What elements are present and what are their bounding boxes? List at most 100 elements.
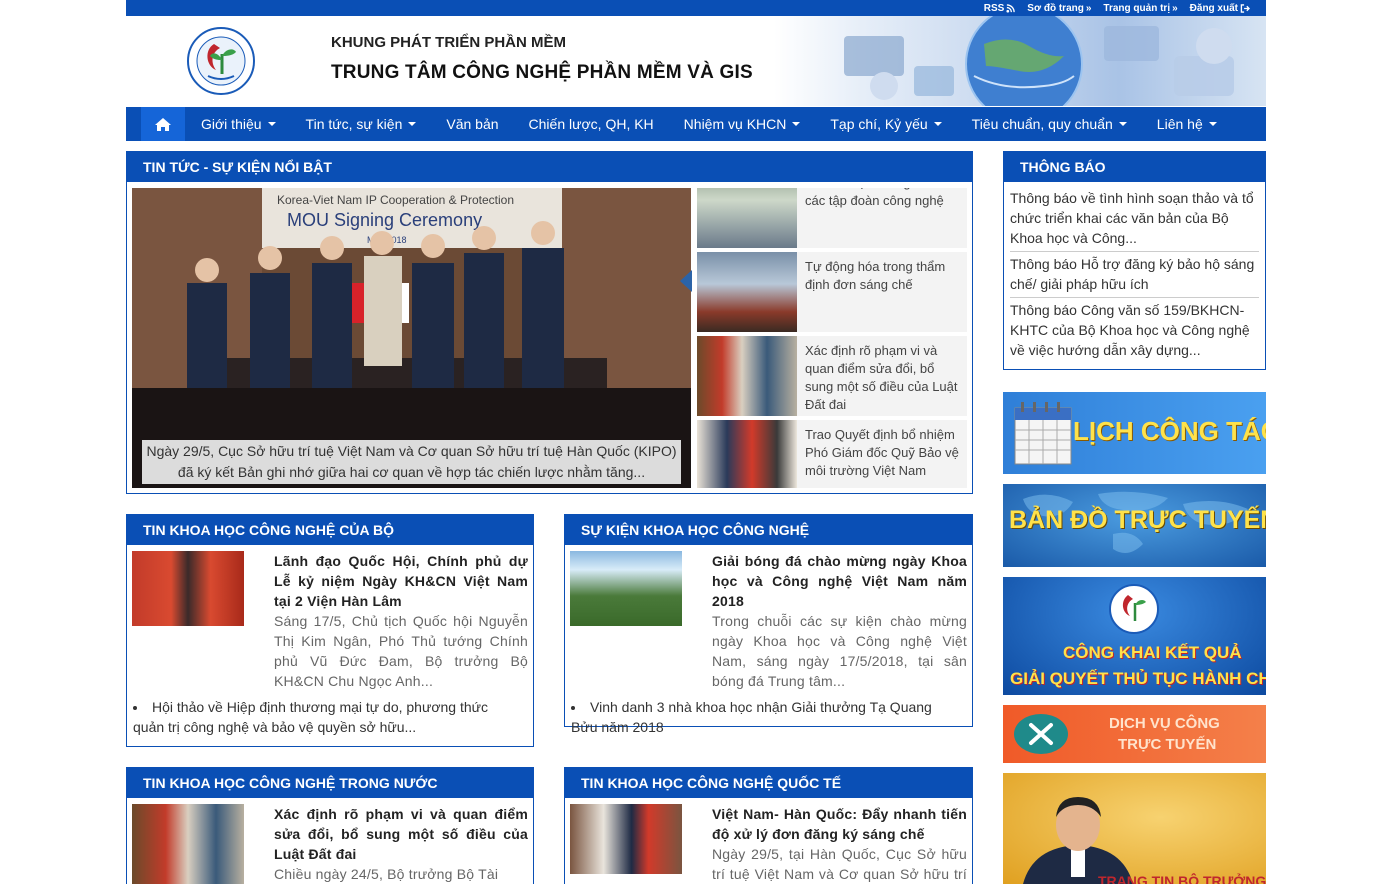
- notice-item[interactable]: Thông báo Hỗ trợ đăng ký bảo hộ sáng chế…: [1010, 252, 1259, 298]
- nav-label: Văn bản: [446, 116, 499, 132]
- caret-down-icon: [1208, 122, 1217, 126]
- news-thumbnail[interactable]: [570, 551, 682, 626]
- double-chevron-icon: »: [1172, 2, 1178, 14]
- notice-title: THÔNG BÁO: [1004, 152, 1265, 182]
- side-news-item[interactable]: tư: Cần sự tham gia của các tập đoàn côn…: [697, 188, 967, 248]
- notice-list: Thông báo về tình hình soạn thảo và tổ c…: [1004, 182, 1265, 363]
- header-title: TRUNG TÂM CÔNG NGHỆ PHẦN MỀM VÀ GIS: [331, 62, 753, 83]
- rss-link[interactable]: RSS: [984, 3, 1016, 14]
- lead-news-title[interactable]: Giải bóng đá chào mừng ngày Khoa học và …: [712, 551, 967, 611]
- side-news-item[interactable]: Xác định rõ phạm vi và quan điểm sửa đổi…: [697, 336, 967, 416]
- admin-label: Trang quản trị: [1103, 2, 1171, 14]
- home-button[interactable]: [141, 107, 185, 141]
- nav-item-tieu-chuan[interactable]: Tiêu chuẩn, quy chuẩn: [972, 116, 1127, 132]
- nav-item-van-ban[interactable]: Văn bản: [446, 116, 498, 132]
- caret-down-icon: [1118, 122, 1127, 126]
- more-news-list: Hội thảo về Hiệp định thương mại tự do, …: [127, 691, 533, 737]
- active-pointer-icon: [680, 270, 692, 292]
- home-icon: [155, 117, 171, 131]
- featured-caption[interactable]: Ngày 29/5, Cục Sở hữu trí tuệ Việt Nam v…: [142, 440, 681, 484]
- featured-news-title: TIN TỨC - SỰ KIỆN NỔI BẬT: [127, 152, 972, 182]
- header-subtitle: KHUNG PHÁT TRIỂN PHẦN MỀM: [331, 34, 566, 51]
- news-box-trong-nuoc: TIN KHOA HỌC CÔNG NGHỆ TRONG NƯỚC Xác đị…: [126, 767, 534, 884]
- featured-image[interactable]: Korea-Viet Nam IP Cooperation & Protecti…: [132, 188, 691, 488]
- caret-down-icon: [408, 122, 417, 126]
- news-thumbnail[interactable]: [132, 804, 244, 884]
- nav-item-nhiem-vu[interactable]: Nhiệm vụ KHCN: [684, 116, 801, 132]
- ministry-logo[interactable]: [186, 26, 256, 96]
- banner-trang-tin-text: TRANG TIN BỘ TRƯỞNG: [1098, 873, 1266, 884]
- nav-item-chien-luoc[interactable]: Chiến lược, QH, KH: [529, 116, 654, 132]
- more-news-item[interactable]: Hội thảo về Hiệp định thương mại tự do, …: [133, 697, 523, 737]
- banner-cong-khai-line2: GIẢI QUYẾT THỦ TỤC HÀNH CHÍNH: [1010, 669, 1266, 688]
- side-news-title: Trao Quyết định bổ nhiệm Phó Giám đốc Qu…: [805, 427, 959, 478]
- banner-dich-vu-line2: TRỰC TUYẾN: [1118, 736, 1217, 753]
- news-box-trong-nuoc-title: TIN KHOA HỌC CÔNG NGHỆ TRONG NƯỚC: [127, 768, 533, 798]
- more-news-list: Vinh danh 3 nhà khoa học nhận Giải thưởn…: [565, 691, 972, 737]
- featured-side-list: tư: Cần sự tham gia của các tập đoàn côn…: [695, 188, 967, 488]
- banner-trang-tin-bo-truong[interactable]: TRANG TIN BỘ TRƯỞNG: [1003, 773, 1266, 884]
- lead-news-title[interactable]: Lãnh đạo Quốc Hội, Chính phủ dự Lễ kỷ ni…: [274, 551, 528, 611]
- site-header: KHUNG PHÁT TRIỂN PHẦN MỀM TRUNG TÂM CÔNG…: [126, 16, 1266, 106]
- nav-label: Giới thiệu: [201, 116, 262, 132]
- banner-dich-vu-line1: DỊCH VỤ CÔNG: [1109, 715, 1220, 732]
- banner-ban-do[interactable]: BẢN ĐỒ TRỰC TUYẾN: [1003, 484, 1266, 567]
- logout-icon: [1240, 3, 1250, 13]
- nav-item-lien-he[interactable]: Liên hệ: [1157, 116, 1217, 132]
- nav-item-tin-tuc[interactable]: Tin tức, sự kiện: [306, 116, 417, 132]
- side-news-item[interactable]: Tự động hóa trong thẩm định đơn sáng chế: [697, 252, 967, 332]
- lead-news: Việt Nam- Hàn Quốc: Đẩy nhanh tiến độ xử…: [565, 798, 972, 884]
- top-bar: RSS Sơ đồ trang » Trang quản trị » Đăng …: [126, 0, 1266, 16]
- news-thumbnail[interactable]: [570, 804, 682, 874]
- lead-news-title[interactable]: Việt Nam- Hàn Quốc: Đẩy nhanh tiến độ xử…: [712, 804, 967, 844]
- ministry-logo-icon: [1109, 584, 1159, 634]
- page: RSS Sơ đồ trang » Trang quản trị » Đăng …: [126, 0, 1266, 141]
- caret-down-icon: [933, 122, 942, 126]
- lead-news-title[interactable]: Xác định rõ phạm vi và quan điểm sửa đổi…: [274, 804, 528, 864]
- lead-news: Giải bóng đá chào mừng ngày Khoa học và …: [565, 545, 972, 691]
- lead-news-desc: Chiều ngày 24/5, Bộ trưởng Bộ Tài: [274, 866, 499, 882]
- banner-dich-vu-cong[interactable]: DỊCH VỤ CÔNG TRỰC TUYẾN: [1003, 705, 1266, 763]
- sitemap-label: Sơ đồ trang: [1027, 2, 1084, 14]
- minister-portrait: [1023, 797, 1133, 884]
- rss-label: RSS: [983, 2, 1005, 14]
- news-thumbnail: [697, 336, 797, 416]
- rss-icon: [1006, 3, 1016, 13]
- news-box-quoc-te-title: TIN KHOA HỌC CÔNG NGHỆ QUỐC TẾ: [565, 768, 972, 798]
- calendar-icon: [1014, 402, 1072, 465]
- banner-cong-khai-line1: CÔNG KHAI KẾT QUẢ: [1063, 643, 1242, 662]
- caret-down-icon: [792, 122, 801, 126]
- news-box-su-kien: SỰ KIỆN KHOA HỌC CÔNG NGHỆ Giải bóng đá …: [564, 514, 973, 735]
- featured-banner-text: Korea-Viet Nam IP Cooperation & Protecti…: [277, 193, 514, 207]
- lead-news-desc: Ngày 29/5, tại Hàn Quốc, Cục Sở hữu trí …: [712, 846, 967, 882]
- news-thumbnail: [697, 420, 797, 488]
- nav-label: Nhiệm vụ KHCN: [683, 116, 787, 132]
- banner-lich-cong-tac[interactable]: LỊCH CÔNG TÁC: [1003, 392, 1266, 474]
- logout-link[interactable]: Đăng xuất: [1190, 3, 1250, 14]
- caret-down-icon: [267, 122, 276, 126]
- nav-item-gioi-thieu[interactable]: Giới thiệu: [201, 116, 276, 132]
- lead-news-desc: Sáng 17/5, Chủ tịch Quốc hội Nguyễn Thị …: [274, 613, 528, 689]
- notice-item[interactable]: Thông báo về tình hình soạn thảo và tổ c…: [1010, 186, 1259, 252]
- notice-box: THÔNG BÁO Thông báo về tình hình soạn th…: [1003, 151, 1266, 370]
- more-news-item[interactable]: Vinh danh 3 nhà khoa học nhận Giải thưởn…: [571, 697, 962, 737]
- nav-label: Tin tức, sự kiện: [305, 116, 403, 132]
- banner-ban-do-text: BẢN ĐỒ TRỰC TUYẾN: [1009, 506, 1266, 534]
- side-news-title: Tự động hóa trong thẩm định đơn sáng chế: [805, 259, 946, 292]
- news-thumbnail: [697, 252, 797, 332]
- double-chevron-icon: »: [1085, 2, 1092, 14]
- lead-news-desc: Trong chuỗi các sự kiện chào mừng ngày K…: [712, 613, 967, 689]
- admin-link[interactable]: Trang quản trị »: [1103, 3, 1177, 14]
- side-news-item[interactable]: Trao Quyết định bổ nhiệm Phó Giám đốc Qu…: [697, 420, 967, 488]
- news-thumbnail: [697, 188, 797, 248]
- nav-item-tap-chi[interactable]: Tạp chí, Kỷ yếu: [830, 116, 942, 132]
- news-box-su-kien-title: SỰ KIỆN KHOA HỌC CÔNG NGHỆ: [565, 515, 972, 545]
- side-news-title: Xác định rõ phạm vi và quan điểm sửa đổi…: [805, 343, 958, 412]
- news-box-quoc-te: TIN KHOA HỌC CÔNG NGHỆ QUỐC TẾ Việt Nam-…: [564, 767, 973, 884]
- sitemap-link[interactable]: Sơ đồ trang »: [1027, 3, 1091, 14]
- main-nav: Giới thiệu Tin tức, sự kiện Văn bản Chiế…: [126, 107, 1266, 141]
- notice-item[interactable]: Thông báo Công văn số 159/BKHCN-KHTC của…: [1010, 298, 1259, 363]
- news-thumbnail[interactable]: [132, 551, 244, 626]
- banner-lich-text: LỊCH CÔNG TÁC: [1073, 416, 1266, 446]
- banner-cong-khai[interactable]: CÔNG KHAI KẾT QUẢ GIẢI QUYẾT THỦ TỤC HÀN…: [1003, 577, 1266, 695]
